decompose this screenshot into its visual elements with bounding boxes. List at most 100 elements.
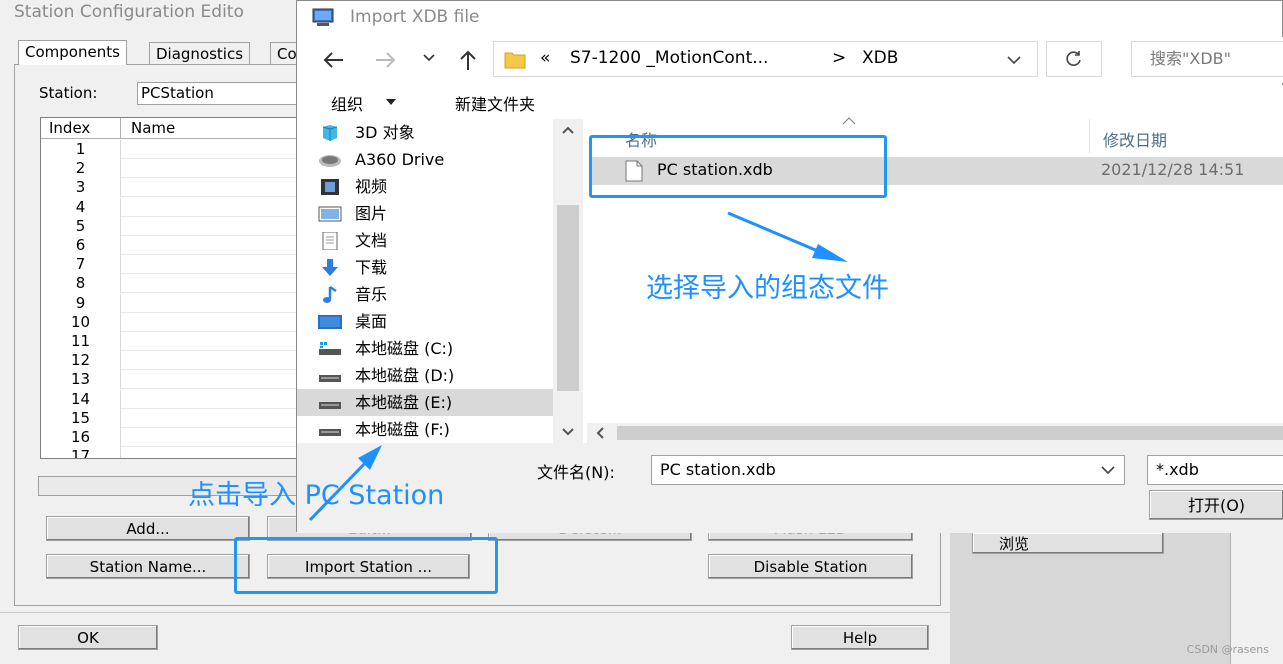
file-hscroll-thumb[interactable]	[617, 426, 1283, 440]
list-row-index[interactable]: 15	[41, 408, 121, 428]
forward-arrow-icon[interactable]	[374, 49, 398, 71]
help-button[interactable]: Help	[791, 625, 929, 650]
organize-dropdown-icon[interactable]	[385, 98, 397, 106]
breadcrumb-current[interactable]: XDB	[862, 48, 898, 68]
list-row-line	[121, 350, 311, 351]
pictures-icon	[317, 205, 343, 222]
drive-icon	[317, 394, 343, 411]
list-row-index[interactable]: 16	[41, 428, 121, 447]
list-row-line	[121, 446, 311, 447]
list-row-line	[121, 388, 311, 390]
scroll-up-icon[interactable]	[561, 125, 575, 135]
station-components-list[interactable]: Index Name 1 2 3 4 5 6 7 8 9 10 11 12 13 14 15 16 17	[40, 117, 312, 459]
list-row-index[interactable]: 14	[41, 389, 121, 409]
scroll-left-icon[interactable]	[595, 427, 605, 439]
list-row-index[interactable]: 5	[41, 216, 121, 236]
ok-button[interactable]: OK	[18, 625, 158, 650]
station-field[interactable]: PCStation	[137, 82, 297, 105]
filename-input[interactable]: PC station.xdb	[651, 455, 1125, 485]
organize-menu[interactable]: 组织	[331, 91, 363, 115]
filename-dropdown-icon[interactable]	[1101, 466, 1115, 475]
station-name-button[interactable]: Station Name...	[46, 554, 250, 579]
scroll-down-icon[interactable]	[561, 427, 575, 437]
column-header-modified[interactable]: 修改日期	[1103, 127, 1167, 151]
column-divider	[1089, 119, 1090, 153]
recent-dropdown-icon[interactable]	[422, 53, 436, 63]
nav-item[interactable]: 3D 对象	[322, 119, 415, 146]
list-row-line	[121, 311, 311, 313]
list-row-line	[121, 254, 311, 255]
nav-item[interactable]: 音乐	[323, 281, 387, 308]
file-hscrollbar[interactable]	[587, 423, 1283, 443]
list-row-line	[121, 273, 311, 275]
3d-objects-icon	[317, 124, 343, 141]
watermark: CSDN @rasens	[1186, 643, 1269, 656]
tab-diagnostics[interactable]: Diagnostics	[149, 42, 251, 65]
highlight-import-box	[234, 537, 498, 594]
nav-item[interactable]: 本地磁盘 (F:)	[319, 416, 450, 443]
column-header-index[interactable]: Index	[41, 118, 121, 139]
nav-item[interactable]: A360 Drive	[319, 146, 444, 173]
list-row-index[interactable]: 13	[41, 370, 121, 390]
nav-item-label: 本地磁盘 (E:)	[355, 393, 453, 412]
refresh-icon	[1065, 50, 1083, 68]
list-row-line	[121, 196, 311, 198]
breadcrumb-parent[interactable]: S7-1200 _MotionCont...	[570, 48, 768, 68]
list-row-index[interactable]: 3	[41, 178, 121, 198]
list-row-index[interactable]: 4	[41, 197, 121, 217]
nav-item[interactable]: 视频	[321, 173, 388, 200]
list-row-line	[121, 330, 311, 332]
disable-station-button[interactable]: Disable Station	[708, 554, 913, 579]
list-row-line	[121, 158, 311, 159]
dialog-app-icon	[311, 7, 337, 29]
nav-item[interactable]: 文档	[322, 227, 388, 254]
list-row-index[interactable]: 2	[41, 159, 121, 179]
drive-icon	[317, 421, 343, 438]
folder-icon	[504, 49, 526, 69]
navigation-pane[interactable]: 3D 对象 A360 Drive 视频图片文档下载音乐桌面本地磁盘 (C:) 本地磁盘…	[297, 119, 583, 443]
column-header-name[interactable]: Name	[121, 118, 311, 139]
address-dropdown-icon[interactable]	[1006, 55, 1022, 65]
nav-scroll-thumb[interactable]	[557, 205, 579, 391]
list-row-index[interactable]: 1	[41, 140, 121, 159]
list-row-index[interactable]: 7	[41, 255, 121, 275]
nav-item-label: 下载	[355, 258, 388, 277]
list-row-index[interactable]: 6	[41, 236, 121, 255]
nav-item-label: 桌面	[355, 312, 388, 331]
nav-item-label: 视频	[355, 177, 388, 196]
file-type-filter[interactable]: *.xdb	[1147, 455, 1283, 485]
list-row-index[interactable]: 8	[41, 274, 121, 294]
list-row-index[interactable]: 11	[41, 332, 121, 351]
documents-icon	[317, 232, 343, 250]
list-row-index[interactable]: 9	[41, 293, 121, 313]
nav-scrollbar[interactable]	[553, 119, 583, 443]
list-row-line	[121, 407, 311, 409]
list-row-index[interactable]: 17	[41, 447, 121, 458]
refresh-button[interactable]	[1046, 41, 1102, 77]
nav-item[interactable]: 图片	[318, 200, 387, 227]
list-row-index[interactable]: 12	[41, 351, 121, 371]
list-row-line	[121, 177, 311, 179]
nav-item[interactable]: 下载	[322, 254, 388, 281]
nav-item[interactable]: 本地磁盘 (D:)	[319, 362, 454, 389]
search-input[interactable]: 搜索"XDB"	[1131, 41, 1283, 77]
add-button[interactable]: Add...	[46, 516, 250, 541]
up-arrow-icon[interactable]	[457, 48, 479, 72]
tab-components[interactable]: Components	[18, 40, 127, 65]
nav-item-label: 文档	[355, 231, 388, 250]
nav-item[interactable]: 本地磁盘 (C:)	[319, 335, 454, 362]
nav-item[interactable]: 桌面	[318, 308, 388, 335]
back-arrow-icon[interactable]	[321, 49, 345, 71]
a360-drive-icon	[317, 151, 343, 168]
breadcrumb-separator[interactable]: >	[832, 48, 846, 68]
breadcrumb-overflow[interactable]: «	[540, 48, 550, 68]
browse-button[interactable]: 浏览	[972, 532, 1164, 554]
open-button[interactable]: 打开(O)	[1149, 490, 1283, 520]
dialog-bottom-bar: 文件名(N): PC station.xdb *.xdb 打开(O)	[297, 443, 1283, 533]
nav-item[interactable]: 本地磁盘 (E:)	[297, 389, 553, 416]
list-row-index[interactable]: 10	[41, 312, 121, 332]
nav-item-label: 本地磁盘 (C:)	[355, 339, 454, 358]
address-bar[interactable]: « S7-1200 _MotionCont... > XDB	[493, 41, 1038, 77]
new-folder-button[interactable]: 新建文件夹	[455, 91, 535, 115]
nav-item-label: 3D 对象	[355, 123, 415, 142]
